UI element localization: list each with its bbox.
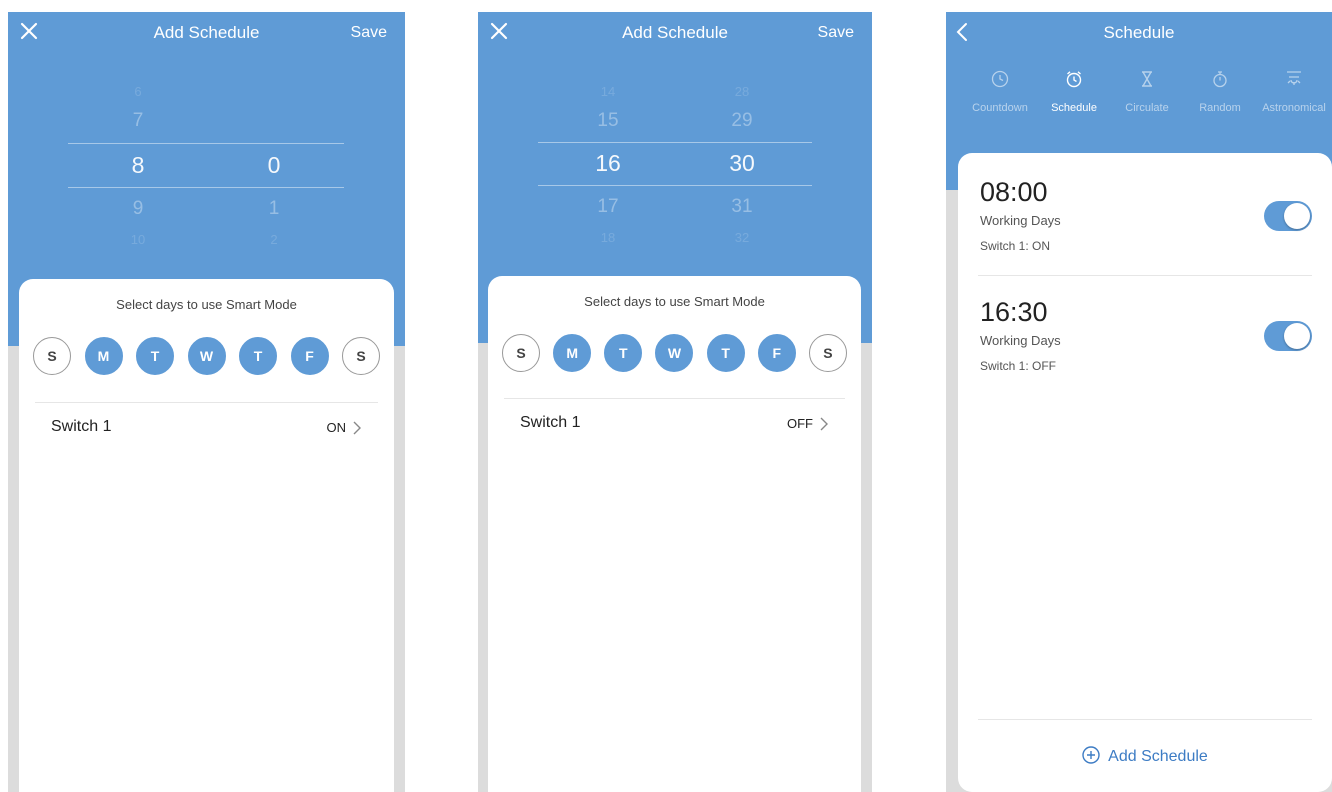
tab-label: Countdown [972, 102, 1028, 114]
day-thursday[interactable]: T [706, 334, 745, 372]
hour-option: 10 [130, 232, 146, 247]
day-saturday[interactable]: S [808, 334, 847, 372]
stopwatch-icon [1213, 71, 1227, 88]
schedule-item[interactable]: 08:00 Working Days Switch 1: ON [980, 177, 1312, 253]
divider [35, 402, 378, 403]
hourglass-icon [1142, 71, 1152, 87]
time-picker[interactable]: 14 15 16 17 18 28 29 30 31 32 [478, 54, 872, 254]
hour-option: 15 [597, 110, 619, 131]
schedule-toggle[interactable] [1264, 201, 1312, 231]
picker-selection-line [68, 187, 344, 188]
tab-countdown[interactable]: Countdown [962, 70, 1038, 114]
schedule-days: Working Days [980, 333, 1061, 348]
minute-option: 28 [734, 84, 750, 99]
day-friday[interactable]: F [290, 337, 329, 375]
schedule-time: 08:00 [980, 177, 1048, 207]
day-selector: S M T W T F S [502, 334, 847, 374]
switch-label: Switch 1 [51, 418, 112, 435]
switch-value: ON [326, 420, 347, 435]
hour-option: 18 [600, 230, 616, 245]
divider [978, 275, 1312, 276]
tab-schedule[interactable]: Schedule [1036, 70, 1112, 114]
day-friday[interactable]: F [757, 334, 796, 372]
hour-option: 7 [132, 110, 144, 131]
time-picker[interactable]: 6 7 8 9 10 0 1 2 [8, 54, 405, 254]
schedule-days: Working Days [980, 213, 1061, 228]
screen-schedule-list: Schedule Countdown Schedule Circulate Ra… [946, 12, 1332, 792]
minute-option: 31 [731, 196, 753, 217]
day-monday[interactable]: M [553, 334, 592, 372]
schedule-toggle[interactable] [1264, 321, 1312, 351]
days-prompt: Select days to use Smart Mode [116, 297, 297, 312]
divider [504, 398, 845, 399]
day-sunday[interactable]: S [33, 337, 71, 375]
hour-option: 9 [132, 198, 144, 219]
sunrise-icon [1287, 71, 1301, 85]
nav-bar: Schedule [946, 12, 1332, 54]
alarm-clock-icon [1066, 71, 1082, 88]
tab-label: Astronomical [1262, 102, 1326, 114]
screen-add-schedule-2: Add Schedule Save 14 15 16 17 18 28 29 3… [478, 12, 872, 792]
toggle-knob [1284, 203, 1310, 229]
schedule-time: 16:30 [980, 297, 1048, 327]
switch-value: OFF [787, 416, 813, 431]
selected-minute: 30 [729, 150, 755, 176]
day-selector: S M T W T F S [33, 337, 380, 377]
save-button[interactable]: Save [818, 24, 854, 42]
screen-add-schedule-1: Add Schedule Save 6 7 8 9 10 0 1 2 Selec… [8, 12, 405, 792]
day-wednesday[interactable]: W [187, 337, 226, 375]
chevron-right-icon [353, 421, 361, 435]
tab-astronomical[interactable]: Astronomical [1254, 70, 1332, 114]
nav-bar: Add Schedule Save [478, 12, 872, 54]
schedule-item[interactable]: 16:30 Working Days Switch 1: OFF [980, 297, 1312, 373]
minute-option: 1 [268, 198, 280, 219]
picker-selection-line [68, 143, 344, 144]
tab-label: Random [1199, 102, 1241, 114]
add-schedule-label: Add Schedule [1108, 748, 1208, 765]
day-sunday[interactable]: S [502, 334, 540, 372]
plus-circle-icon [1082, 746, 1100, 764]
divider [978, 719, 1312, 720]
hour-option: 6 [134, 84, 142, 99]
selected-minute: 0 [267, 152, 281, 178]
day-tuesday[interactable]: T [604, 334, 643, 372]
switch-label: Switch 1 [520, 414, 581, 431]
picker-selection-line [538, 142, 812, 143]
page-title: Add Schedule [622, 23, 728, 42]
schedule-list-card: 08:00 Working Days Switch 1: ON 16:30 Wo… [958, 153, 1332, 792]
days-prompt: Select days to use Smart Mode [584, 294, 765, 309]
day-wednesday[interactable]: W [655, 334, 694, 372]
page-title: Add Schedule [153, 23, 260, 42]
hour-option: 17 [597, 196, 619, 217]
chevron-right-icon [820, 417, 828, 431]
tab-label: Schedule [1051, 102, 1097, 114]
toggle-knob [1284, 323, 1310, 349]
days-sheet: Select days to use Smart Mode S M T W T … [19, 279, 394, 792]
schedule-action: Switch 1: ON [980, 239, 1051, 253]
day-saturday[interactable]: S [342, 337, 380, 375]
tab-label: Circulate [1125, 102, 1169, 114]
save-button[interactable]: Save [351, 24, 387, 42]
day-tuesday[interactable]: T [136, 337, 174, 375]
selected-hour: 8 [131, 152, 145, 178]
selected-hour: 16 [595, 150, 621, 176]
tab-random[interactable]: Random [1182, 70, 1258, 114]
days-sheet: Select days to use Smart Mode S M T W T … [488, 276, 861, 792]
picker-selection-line [538, 185, 812, 186]
minute-option: 32 [734, 230, 750, 245]
day-monday[interactable]: M [84, 337, 123, 375]
schedule-action: Switch 1: OFF [980, 359, 1057, 373]
add-schedule-button[interactable]: Add Schedule [958, 746, 1332, 766]
tab-circulate[interactable]: Circulate [1109, 70, 1185, 114]
switch-row[interactable]: Switch 1 ON [51, 418, 362, 442]
day-thursday[interactable]: T [239, 337, 277, 375]
minute-option: 29 [731, 110, 753, 131]
page-title: Schedule [1103, 23, 1175, 42]
switch-row[interactable]: Switch 1 OFF [520, 414, 829, 438]
nav-bar: Add Schedule Save [8, 12, 405, 54]
minute-option: 2 [270, 232, 278, 247]
hour-option: 14 [600, 84, 616, 99]
mode-tabs: Countdown Schedule Circulate Random Astr… [946, 70, 1332, 126]
clock-icon [991, 70, 1009, 88]
